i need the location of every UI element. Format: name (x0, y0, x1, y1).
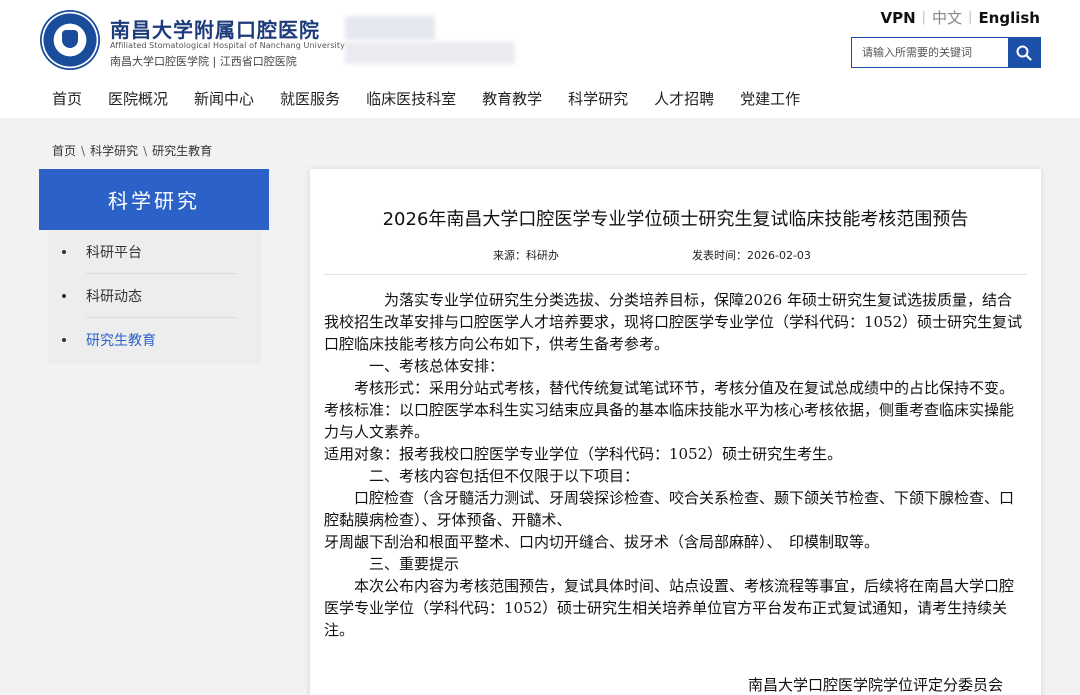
sidebar-item-graduate[interactable]: 研究生教育 (48, 318, 261, 362)
paragraph: 二、考核内容包括但不仅限于以下项目： (324, 467, 640, 485)
breadcrumb-sep: \ (143, 144, 148, 158)
language-switch: VPN | 中文 | English (880, 7, 1040, 28)
blurred-region (345, 16, 435, 40)
sidebar-item-label: 科研动态 (86, 289, 142, 305)
sidebar-title: 科学研究 (39, 169, 269, 230)
nav-item-home[interactable]: 首页 (52, 88, 82, 109)
article-panel: 2026年南昌大学口腔医学专业学位硕士研究生复试临床技能考核范围预告 来源：科研… (310, 169, 1041, 695)
paragraph: 适用对象：报考我校口腔医学专业学位（学科代码：1052）硕士研究生考生。 (324, 445, 843, 463)
chinese-link[interactable]: 中文 (932, 7, 962, 28)
breadcrumb: 首页 \ 科学研究 \ 研究生教育 (52, 142, 212, 159)
paragraph: 三、重要提示 (324, 555, 460, 573)
nav-item-services[interactable]: 就医服务 (280, 88, 340, 109)
nav-item-recruitment[interactable]: 人才招聘 (654, 88, 714, 109)
main-nav: 首页 医院概况 新闻中心 就医服务 临床医技科室 教育教学 科学研究 人才招聘 … (52, 88, 826, 109)
paragraph: 考核形式：采用分站式考核，替代传统复试笔试环节，考核分值及在复试总成绩中的占比保… (324, 379, 1015, 397)
breadcrumb-current[interactable]: 研究生教育 (152, 144, 212, 158)
nav-item-overview[interactable]: 医院概况 (108, 88, 168, 109)
hospital-name-en: Affiliated Stomatological Hospital of Na… (110, 41, 345, 50)
sidebar-menu: 科研平台 科研动态 研究生教育 (48, 230, 261, 364)
english-link[interactable]: English (978, 9, 1040, 27)
nav-item-news[interactable]: 新闻中心 (194, 88, 254, 109)
search-input[interactable] (852, 38, 1008, 67)
sidebar-item-label: 科研平台 (86, 245, 142, 261)
paragraph: 一、考核总体安排： (324, 357, 505, 375)
article-title: 2026年南昌大学口腔医学专业学位硕士研究生复试临床技能考核范围预告 (382, 209, 969, 230)
blurred-region (345, 42, 515, 64)
nav-item-departments[interactable]: 临床医技科室 (366, 88, 456, 109)
breadcrumb-home[interactable]: 首页 (52, 144, 76, 158)
lang-divider: | (921, 10, 927, 25)
sidebar-item-news[interactable]: 科研动态 (48, 274, 261, 318)
divider (324, 274, 1027, 275)
nav-item-research[interactable]: 科学研究 (568, 88, 628, 109)
sidebar-item-label: 研究生教育 (86, 333, 156, 349)
search-icon (1016, 45, 1032, 61)
lang-divider: | (968, 10, 973, 25)
sidebar-item-platform[interactable]: 科研平台 (48, 230, 261, 274)
tooth-icon (62, 30, 78, 48)
paragraph: 本次公布内容为考核范围预告，复试具体时间、站点设置、考核流程等事宜，后续将在南昌… (324, 577, 1015, 639)
paragraph: 为落实专业学位研究生分类选拔、分类培养目标，保障2026 年硕士研究生复试选拔质… (324, 291, 1023, 353)
paragraph: 考核标准：以口腔医学本科生实习结束应具备的基本临床技能水平为核心考核依据，侧重考… (324, 401, 1015, 441)
search-box (851, 37, 1041, 68)
article-signature: 南昌大学口腔医学院学位评定分委员会 (748, 676, 1004, 694)
article-body: 为落实专业学位研究生分类选拔、分类培养目标，保障2026 年硕士研究生复试选拔质… (324, 289, 1024, 641)
article-date: 发表时间：2026-02-03 (692, 249, 811, 262)
nav-item-party[interactable]: 党建工作 (740, 88, 800, 109)
nav-item-education[interactable]: 教育教学 (482, 88, 542, 109)
search-button[interactable] (1008, 38, 1040, 67)
paragraph: 牙周龈下刮治和根面平整术、口内切开缝合、拔牙术（含局部麻醉）、 印模制取等。 (324, 533, 880, 551)
hospital-subtitle: 南昌大学口腔医学院 | 江西省口腔医院 (110, 55, 297, 68)
breadcrumb-research[interactable]: 科学研究 (90, 144, 138, 158)
vpn-link[interactable]: VPN (880, 9, 915, 27)
hospital-name[interactable]: 南昌大学附属口腔医院 (110, 14, 320, 43)
article-source: 来源：科研办 (493, 249, 559, 262)
paragraph: 口腔检查（含牙髓活力测试、牙周袋探诊检查、咬合关系检查、颞下颌关节检查、下颌下腺… (324, 489, 1015, 529)
hospital-logo-emblem[interactable] (40, 10, 100, 70)
breadcrumb-sep: \ (81, 144, 86, 158)
site-header: 南昌大学附属口腔医院 Affiliated Stomatological Hos… (0, 0, 1080, 118)
